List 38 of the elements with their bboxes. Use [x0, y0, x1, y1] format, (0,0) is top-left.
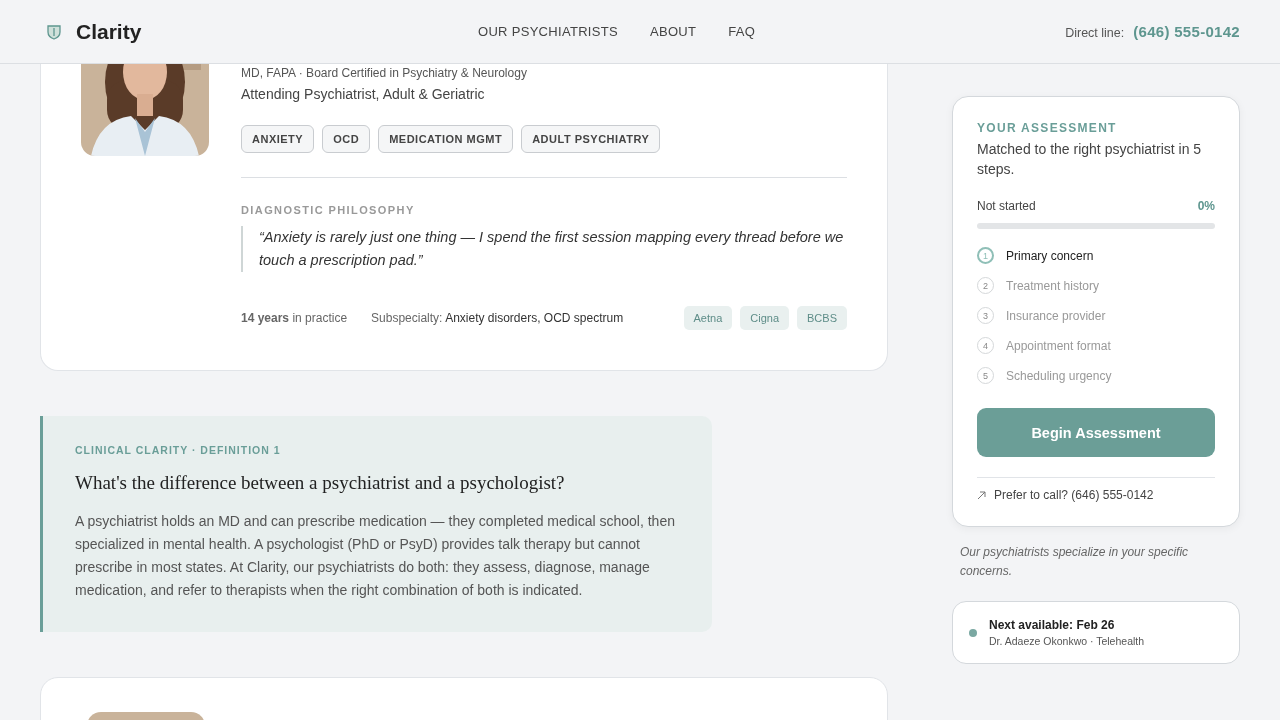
nav-link[interactable]: FAQ	[728, 24, 756, 39]
section-label: DIAGNOSTIC PHILOSOPHY	[241, 204, 416, 216]
specialty-tag: ANXIETY	[241, 125, 315, 153]
card-subtitle: Matched to the right psychiatrist in 5 steps.	[977, 140, 1203, 179]
insurance-tag: Aetna	[683, 306, 733, 330]
nav-link[interactable]: OUR PSYCHIATRISTS	[478, 24, 618, 39]
availability-title: Next available: Feb 26	[989, 618, 1116, 632]
progress-percent: 0%	[1197, 199, 1215, 213]
philosophy-quote: “Anxiety is rarely just one thing — I spend the first session mapping every thread before we touch a prescription pad.”	[241, 226, 847, 272]
brand-logo[interactable]: Clarity	[76, 19, 142, 44]
specialty-tag: MEDICATION MGMT	[378, 125, 514, 153]
direct-line-label: Direct line:	[1065, 26, 1125, 40]
shield-icon	[46, 23, 62, 40]
eyebrow: CLINICAL CLARITY · DEFINITION 1	[75, 444, 282, 456]
experience: 14 years in practice	[241, 311, 348, 325]
specialty-tag: OCD	[322, 125, 371, 153]
nav-link[interactable]: ABOUT	[649, 24, 697, 39]
availability-detail: Dr. Adaeze Okonkwo · Telehealth	[989, 635, 1145, 647]
insurance-tag: BCBS	[797, 306, 847, 330]
step-label: Appointment format	[1006, 338, 1111, 353]
step-label: Insurance provider	[1006, 308, 1106, 323]
note-text: Our psychiatrists specialize in your specific concerns.	[960, 545, 1189, 578]
credentials: MD, FAPA · Board Certified in Psychiatry & Neurology	[241, 66, 528, 80]
answer-text: A psychiatrist holds an MD and can prescribe medication — they completed medical school, then specialized in mental health. A psychologist (PhD or PsyD) provides talk therapy but cannot prescribe in most states. At Clarity, our psychiatrists do both: they assess, diagnose, manage medication, and refer to therapists when the right combination of both is indicated.	[75, 512, 676, 600]
subspecialty: Subspecialty: Anxiety disorders, OCD spectrum	[371, 311, 624, 325]
question-heading: What's the difference between a psychiatrist and a psychologist?	[75, 472, 566, 494]
doctor-role: Attending Psychiatrist, Adult & Geriatric	[241, 86, 486, 102]
step-label: Treatment history	[1006, 278, 1099, 293]
progress-status: Not started	[977, 199, 1036, 213]
specialty-tag: ADULT PSYCHIATRY	[521, 125, 661, 153]
call-link[interactable]: Prefer to call? (646) 555-0142	[994, 488, 1154, 502]
insurance-tag: Cigna	[740, 306, 790, 330]
card-eyebrow: YOUR ASSESSMENT	[977, 121, 1118, 135]
arrow-icon	[977, 490, 986, 500]
step-label: Scheduling urgency	[1006, 368, 1112, 383]
step-number: 1	[977, 247, 994, 264]
step-label: Primary concern	[1006, 248, 1094, 263]
status-dot	[969, 628, 977, 637]
